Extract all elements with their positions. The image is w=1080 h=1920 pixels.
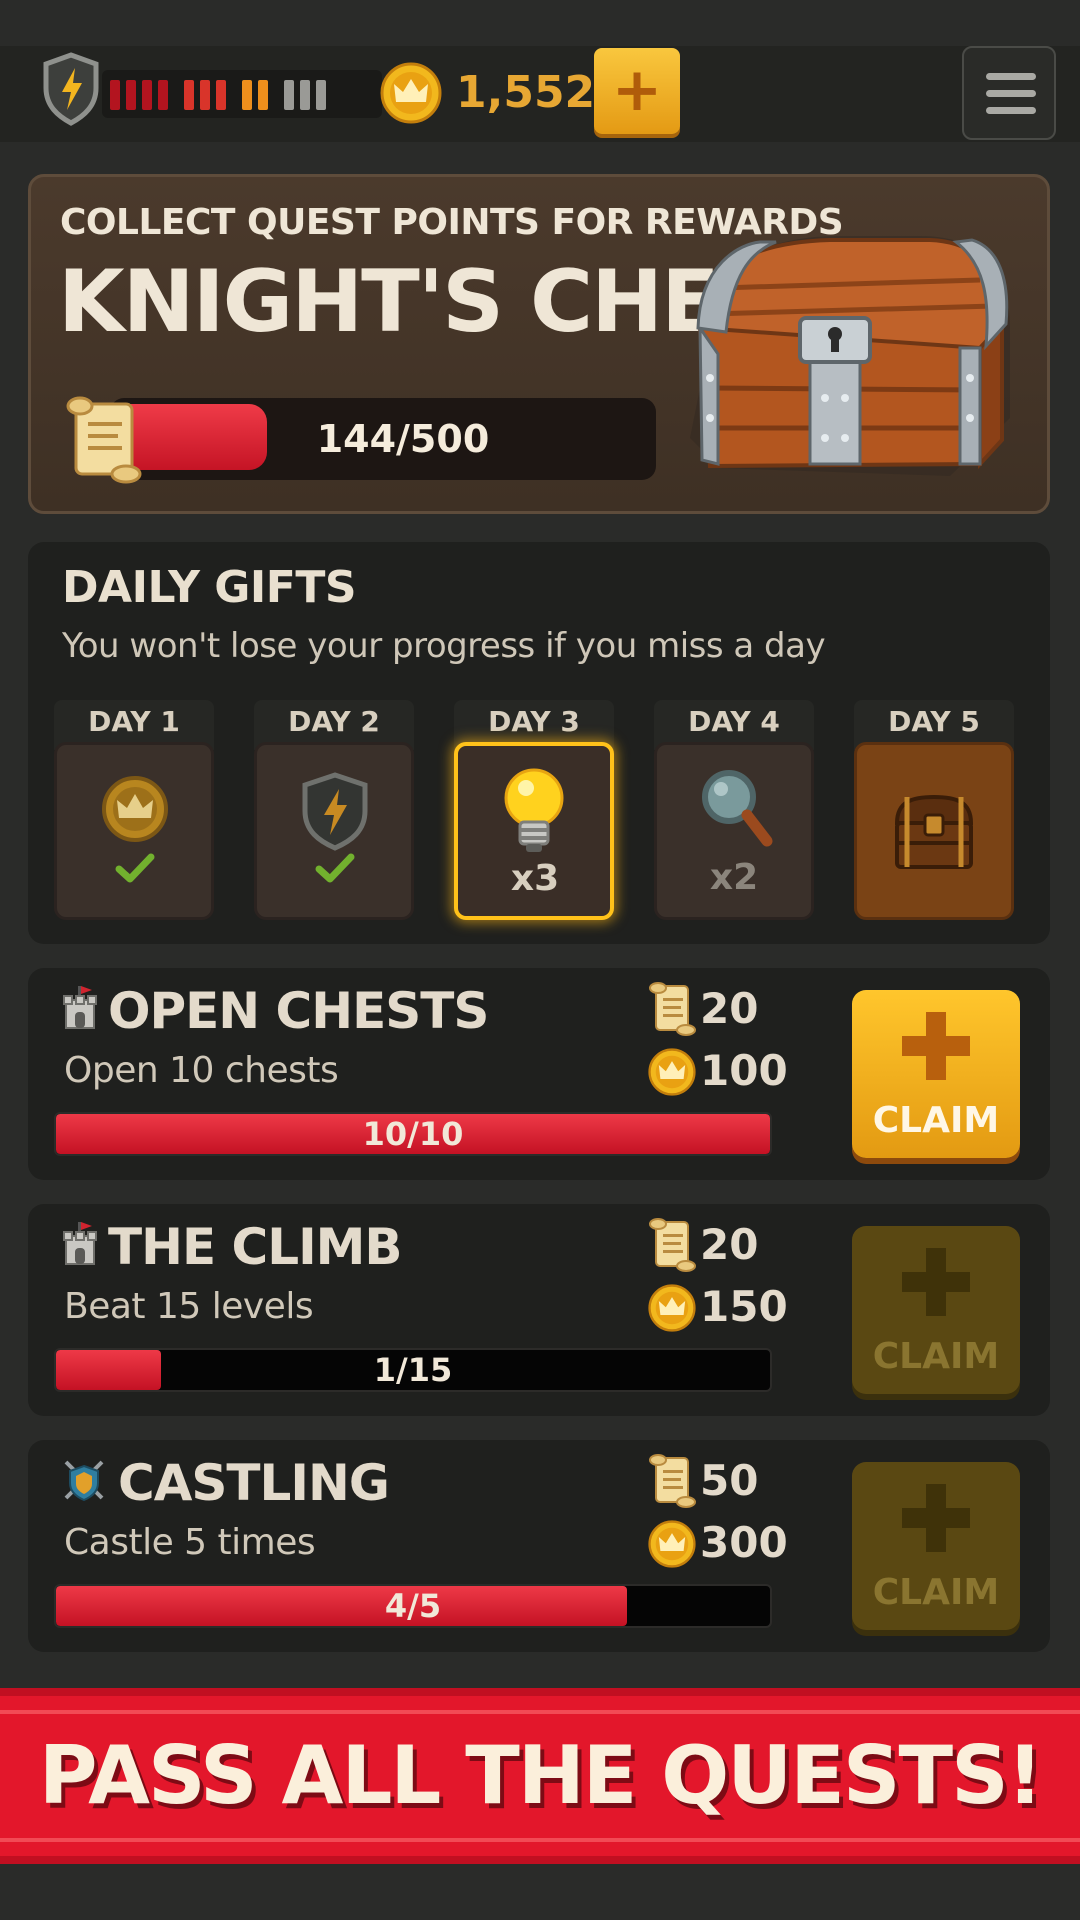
chest-icon	[894, 794, 974, 869]
claim-label: CLAIM	[872, 1336, 1000, 1377]
gift-tile-final	[854, 742, 1014, 920]
quest-description: Beat 15 levels	[64, 1286, 314, 1327]
coin-balance: 1,552	[456, 67, 596, 118]
quest-card-castling: CASTLING Castle 5 times 4/5 50 300 CLAIM	[28, 1440, 1050, 1652]
gift-tile-active: x3	[454, 742, 614, 920]
energy-segment	[142, 80, 152, 110]
plus-icon	[902, 1012, 970, 1080]
daily-gift-day-5[interactable]: DAY 5	[854, 700, 1014, 920]
quest-progress: 10/10	[54, 1112, 772, 1156]
quest-points-progress: 144/500	[110, 398, 656, 480]
plus-icon	[902, 1484, 970, 1552]
gift-tile: x2	[654, 742, 814, 920]
hamburger-menu-icon	[986, 107, 1036, 114]
energy-segment	[316, 80, 326, 110]
quest-progress: 1/15	[54, 1348, 772, 1392]
crown-coin-icon	[648, 1520, 696, 1568]
daily-gift-day-3[interactable]: DAY 3 x3	[454, 700, 614, 920]
quest-title: CASTLING	[118, 1454, 390, 1512]
energy-segment	[284, 80, 294, 110]
claim-button-disabled[interactable]: CLAIM	[852, 1462, 1020, 1630]
quest-scroll-icon	[649, 1218, 696, 1272]
reward-points: 20	[700, 984, 759, 1033]
daily-gifts-subtitle: You won't lose your progress if you miss…	[62, 626, 826, 666]
energy-segment	[158, 80, 168, 110]
quest-card-open-chests: OPEN CHESTS Open 10 chests 10/10 20 100 …	[28, 968, 1050, 1180]
quest-description: Castle 5 times	[64, 1522, 316, 1563]
plus-icon	[902, 1248, 970, 1316]
magnifier-icon	[702, 770, 773, 847]
quest-progress: 4/5	[54, 1584, 772, 1628]
claim-button[interactable]: CLAIM	[852, 990, 1020, 1158]
reward-coins: 150	[700, 1282, 788, 1331]
quest-card-the-climb: THE CLIMB Beat 15 levels 1/15 20 150 CLA…	[28, 1204, 1050, 1416]
gift-quantity: x3	[510, 858, 560, 899]
energy-segment	[300, 80, 310, 110]
quest-points-progress-label: 144/500	[316, 417, 490, 461]
reward-points: 20	[700, 1220, 759, 1269]
gift-quantity: x2	[709, 857, 759, 898]
castle-tower-icon	[63, 986, 97, 1029]
energy-segment	[200, 80, 210, 110]
reward-coins: 100	[700, 1046, 788, 1095]
quest-progress-label: 4/5	[384, 1587, 442, 1625]
gift-tile	[254, 742, 414, 920]
energy-shield-icon	[302, 772, 368, 851]
menu-button[interactable]	[962, 46, 1056, 140]
castle-tower-icon	[63, 1222, 97, 1265]
banner-text: PASS ALL THE QUESTS!	[38, 1729, 1043, 1822]
pass-all-quests-banner: PASS ALL THE QUESTS!	[0, 1688, 1080, 1864]
lightbulb-icon	[504, 768, 564, 852]
quest-progress-label: 10/10	[362, 1115, 464, 1153]
hamburger-menu-icon	[986, 73, 1036, 80]
daily-gift-day-2[interactable]: DAY 2	[254, 700, 414, 920]
add-coins-button[interactable]: +	[594, 48, 680, 134]
energy-segment	[216, 80, 226, 110]
quest-progress-label: 1/15	[373, 1351, 453, 1389]
daily-gift-day-1[interactable]: DAY 1	[54, 700, 214, 920]
claim-button-disabled[interactable]: CLAIM	[852, 1226, 1020, 1394]
quest-title: OPEN CHESTS	[108, 982, 489, 1040]
crown-coin-icon	[380, 62, 442, 124]
crossed-swords-shield-icon	[64, 1460, 104, 1502]
crown-coin-icon	[648, 1284, 696, 1332]
energy-shield-icon	[43, 52, 99, 126]
energy-segment	[184, 80, 194, 110]
energy-segment	[126, 80, 136, 110]
quest-title: THE CLIMB	[108, 1218, 403, 1276]
quest-scroll-icon	[66, 396, 142, 484]
claim-label: CLAIM	[872, 1100, 1000, 1141]
energy-meter	[40, 52, 382, 136]
treasure-chest-icon	[690, 236, 1010, 476]
crown-coin-icon	[648, 1048, 696, 1096]
reward-points: 50	[700, 1456, 759, 1505]
checkmark-icon	[115, 853, 155, 883]
daily-gifts-title: DAILY GIFTS	[62, 562, 357, 613]
gift-tile	[54, 742, 214, 920]
hamburger-menu-icon	[986, 90, 1036, 97]
energy-segment	[242, 80, 252, 110]
energy-segment	[258, 80, 268, 110]
quest-scroll-icon	[649, 1454, 696, 1508]
quest-description: Open 10 chests	[64, 1050, 339, 1091]
energy-segment	[110, 80, 120, 110]
crown-coin-icon	[102, 776, 168, 842]
claim-label: CLAIM	[872, 1572, 1000, 1613]
checkmark-icon	[315, 853, 355, 883]
quest-scroll-icon	[649, 982, 696, 1036]
daily-gift-day-4[interactable]: DAY 4 x2	[654, 700, 814, 920]
reward-coins: 300	[700, 1518, 788, 1567]
